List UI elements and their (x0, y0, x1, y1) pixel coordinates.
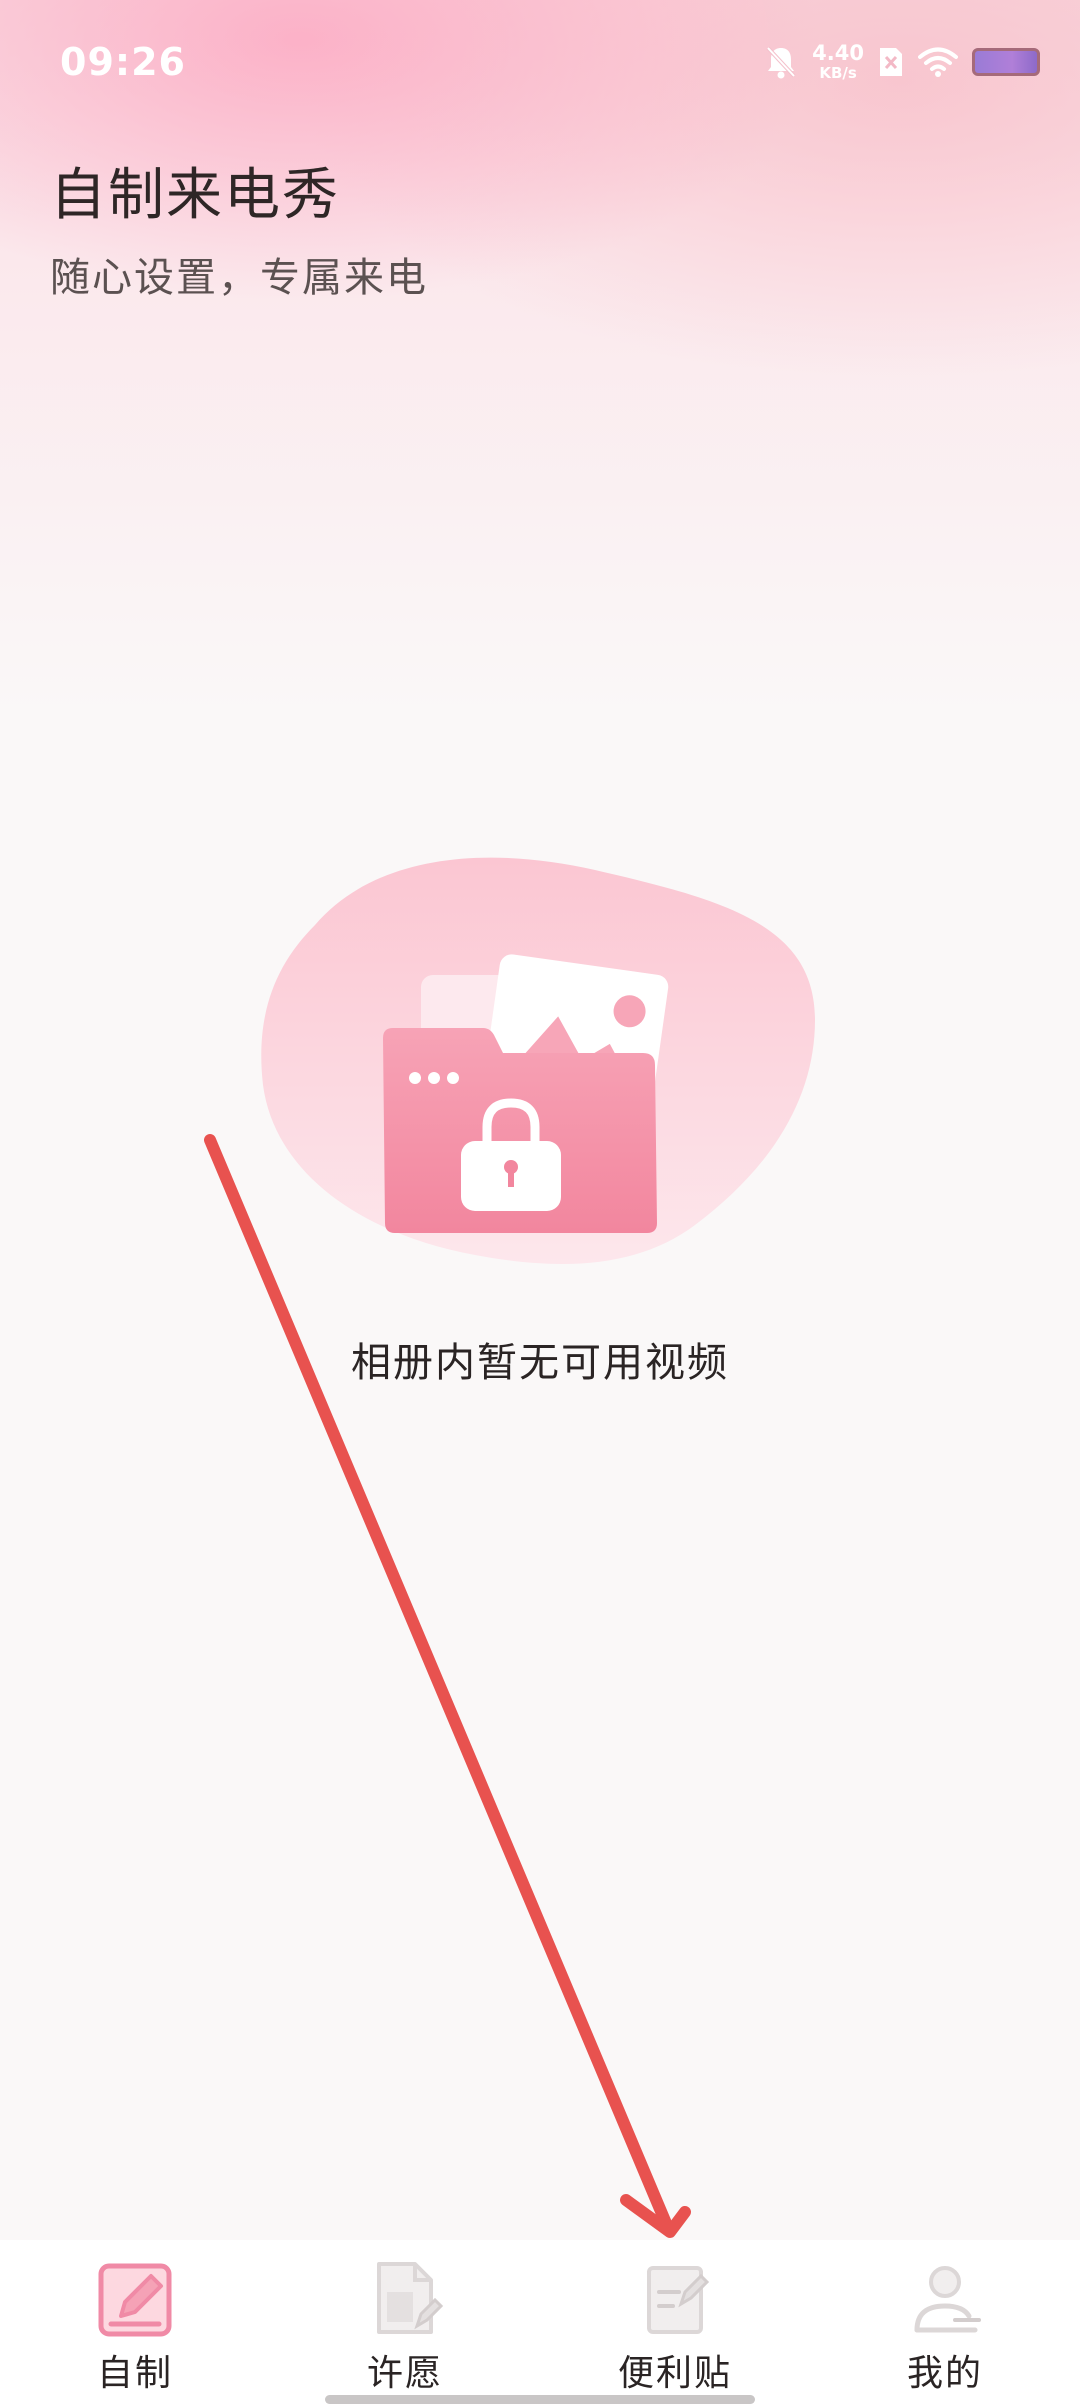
wish-document-icon (377, 2262, 444, 2334)
empty-state-message: 相册内暂无可用视频 (351, 1340, 729, 1386)
nav-item-wish[interactable]: 许愿 (270, 2240, 540, 2408)
network-speed-unit: KB/s (819, 64, 857, 82)
nav-item-sticky-note[interactable]: 便利贴 (540, 2240, 810, 2408)
mute-bell-icon (766, 46, 796, 79)
profile-icon (914, 2266, 981, 2333)
pencil-edit-icon (98, 2263, 172, 2337)
bottom-navigation: 自制 许愿 便利贴 我的 (0, 2240, 1080, 2408)
status-time: 09:26 (60, 40, 186, 84)
page-subtitle: 随心设置，专属来电 (50, 255, 428, 301)
home-indicator[interactable] (325, 2395, 755, 2404)
battery-icon (972, 48, 1040, 76)
nav-item-mine[interactable]: 我的 (810, 2240, 1080, 2408)
nav-label-sticky-note: 便利贴 (617, 2353, 732, 2394)
wifi-icon (918, 47, 958, 77)
sticky-note-icon (647, 2266, 710, 2334)
nav-label-self-made: 自制 (96, 2353, 173, 2394)
nav-item-self-made[interactable]: 自制 (0, 2240, 270, 2408)
page-title: 自制来电秀 (50, 163, 340, 228)
empty-album-illustration (261, 857, 815, 1264)
status-icons: 4.40 KB/s (764, 40, 1040, 84)
network-speed-value: 4.40 (812, 41, 864, 65)
nav-label-wish: 许愿 (366, 2353, 443, 2394)
network-speed: 4.40 KB/s (812, 43, 864, 81)
nav-label-mine: 我的 (906, 2353, 983, 2394)
status-bar: 09:26 4.40 KB/s (0, 0, 1080, 125)
no-sim-icon (880, 48, 902, 76)
